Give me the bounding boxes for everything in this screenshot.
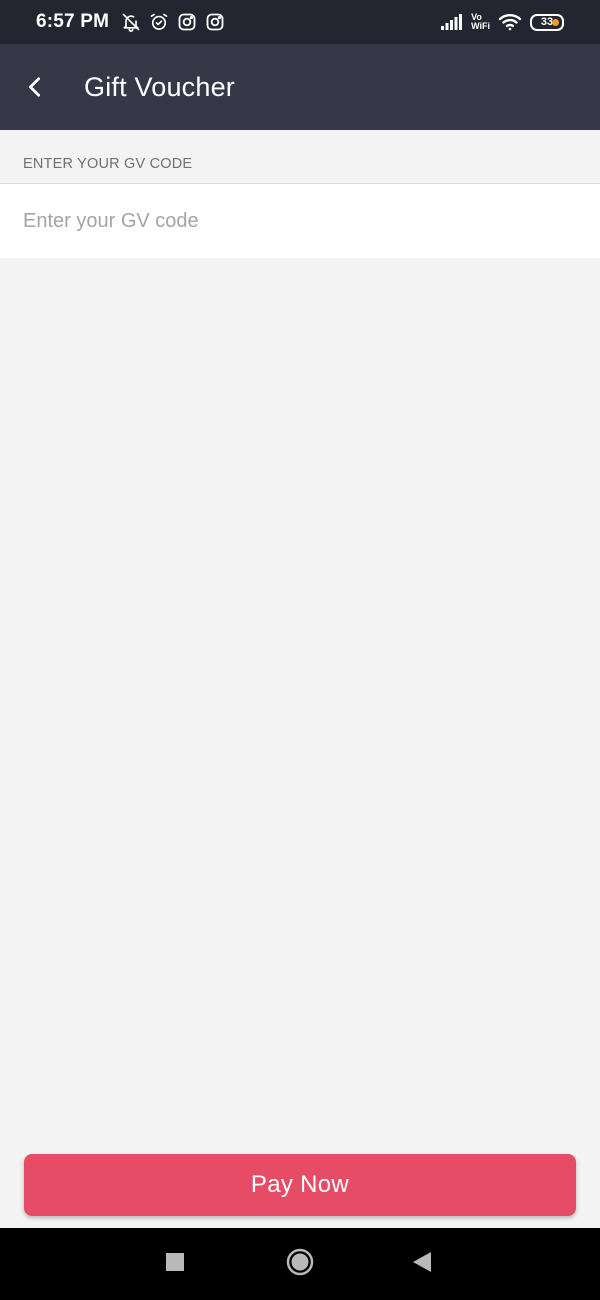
status-bar: 6:57 PM Vo WiFi 33 bbox=[0, 0, 600, 44]
nav-back-button[interactable] bbox=[392, 1228, 452, 1300]
home-button[interactable] bbox=[270, 1228, 330, 1300]
screen: 6:57 PM Vo WiFi 33 Gift Voucher ENTER YO… bbox=[0, 0, 600, 1300]
signal-icon bbox=[441, 14, 463, 30]
notification-icons bbox=[121, 12, 225, 32]
bell-off-icon bbox=[121, 12, 141, 32]
gv-code-input[interactable] bbox=[0, 184, 600, 258]
page-title: Gift Voucher bbox=[84, 71, 235, 102]
wifi-label: WiFi bbox=[471, 21, 490, 31]
back-icon bbox=[412, 1251, 432, 1278]
battery-saver-dot bbox=[552, 18, 559, 26]
recents-icon bbox=[165, 1252, 185, 1277]
gv-code-label: ENTER YOUR GV CODE bbox=[23, 156, 193, 172]
wifi-icon bbox=[498, 13, 522, 31]
status-left: 6:57 PM bbox=[36, 11, 225, 33]
back-button[interactable] bbox=[0, 44, 70, 130]
chevron-left-icon bbox=[24, 76, 46, 98]
alarm-icon bbox=[149, 12, 169, 32]
vowifi-indicator: Vo WiFi bbox=[471, 13, 490, 31]
home-icon bbox=[286, 1248, 314, 1281]
status-time: 6:57 PM bbox=[36, 11, 110, 32]
instagram-icon bbox=[177, 12, 197, 32]
system-nav-bar bbox=[0, 1228, 600, 1300]
app-bar: Gift Voucher bbox=[0, 44, 600, 130]
instagram-icon bbox=[205, 12, 225, 32]
recents-button[interactable] bbox=[145, 1228, 205, 1300]
pay-now-button[interactable]: Pay Now bbox=[24, 1154, 576, 1216]
gv-code-field bbox=[0, 184, 600, 258]
battery-icon: 33 bbox=[530, 13, 564, 31]
status-right: Vo WiFi 33 bbox=[441, 13, 564, 31]
